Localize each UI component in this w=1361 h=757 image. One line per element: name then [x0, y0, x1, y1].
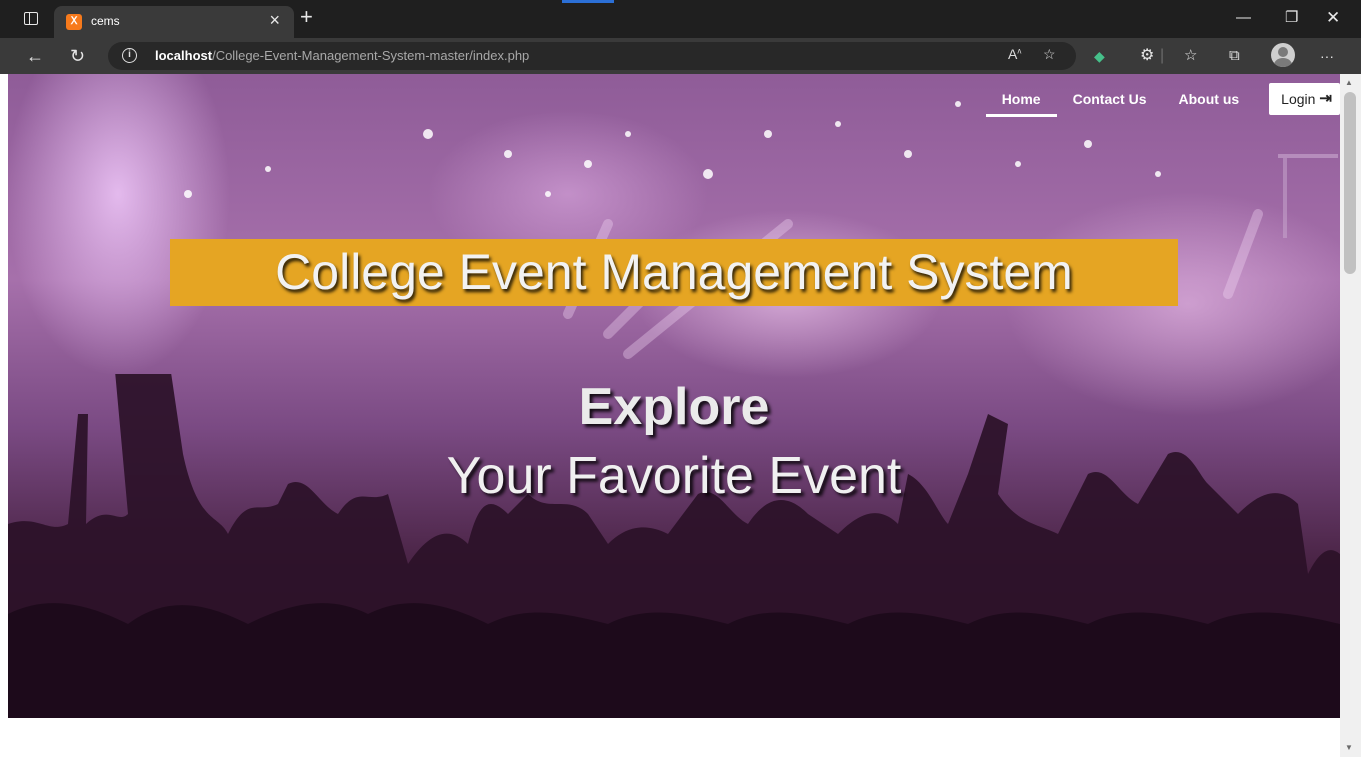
read-aloud-icon[interactable]: Aʌ	[1008, 46, 1021, 62]
favorites-icon[interactable]: ☆	[1184, 44, 1197, 68]
scroll-up-icon[interactable]: ▲	[1345, 78, 1353, 87]
collections-icon[interactable]: ⧉	[1229, 44, 1240, 68]
login-button[interactable]: Login ⇥	[1269, 83, 1340, 115]
nav-home[interactable]: Home	[985, 83, 1057, 117]
favorite-add-icon[interactable]: ☆	[1043, 46, 1056, 63]
minimize-icon[interactable]: —	[1236, 8, 1251, 28]
xampp-icon: ⵝ	[66, 14, 82, 30]
tab-title: cems	[91, 14, 120, 28]
login-label: Login	[1281, 91, 1316, 107]
page-viewport: Home Contact Us About us Login ⇥ College…	[0, 74, 1361, 757]
profile-icon[interactable]	[1271, 43, 1295, 67]
url-path: /College-Event-Management-System-master/…	[212, 48, 530, 63]
restore-icon[interactable]: ❐	[1285, 8, 1298, 28]
nav-about-us[interactable]: About us	[1177, 83, 1242, 115]
url-text[interactable]: localhost/College-Event-Management-Syste…	[155, 48, 529, 63]
hero-tagline-secondary: Your Favorite Event	[446, 447, 902, 505]
extensions-icon[interactable]: ⚙	[1140, 44, 1154, 68]
browser-tab-bar: ⵝ cems × + — ❐ ✕	[0, 0, 1361, 38]
extension-icon[interactable]: ◆	[1094, 44, 1105, 68]
nav-contact-us[interactable]: Contact Us	[1071, 83, 1149, 115]
hero-title: College Event Management System	[275, 244, 1073, 300]
browser-toolbar: ← ↻ i localhost/College-Event-Management…	[0, 38, 1361, 74]
login-icon: ⇥	[1319, 90, 1332, 107]
toolbar-divider: |	[1160, 47, 1165, 64]
browser-tab[interactable]: ⵝ cems ×	[54, 6, 294, 38]
drag-indicator	[562, 0, 614, 3]
new-tab-icon[interactable]: +	[300, 4, 313, 30]
info-icon[interactable]: i	[122, 48, 137, 63]
hero-tagline-primary: Explore	[578, 378, 770, 436]
main-navigation: Home Contact Us About us Login ⇥	[985, 82, 1340, 117]
address-bar[interactable]: i localhost/College-Event-Management-Sys…	[108, 42, 1076, 70]
url-host: localhost	[155, 48, 213, 63]
page-scrollbar[interactable]: ▲ ▼	[1340, 74, 1361, 757]
close-icon[interactable]: ×	[269, 10, 280, 30]
window-close-icon[interactable]: ✕	[1326, 8, 1340, 28]
more-icon[interactable]: ···	[1320, 44, 1334, 68]
hero-title-banner: College Event Management System	[170, 239, 1178, 306]
scroll-down-icon[interactable]: ▼	[1345, 743, 1353, 752]
stage-lights-decoration	[184, 101, 1338, 359]
window-icon[interactable]	[24, 12, 38, 25]
hero-section: Home Contact Us About us Login ⇥ College…	[8, 74, 1340, 718]
back-icon[interactable]: ←	[26, 44, 44, 68]
scrollbar-thumb[interactable]	[1344, 92, 1356, 274]
refresh-icon[interactable]: ↻	[70, 44, 85, 68]
